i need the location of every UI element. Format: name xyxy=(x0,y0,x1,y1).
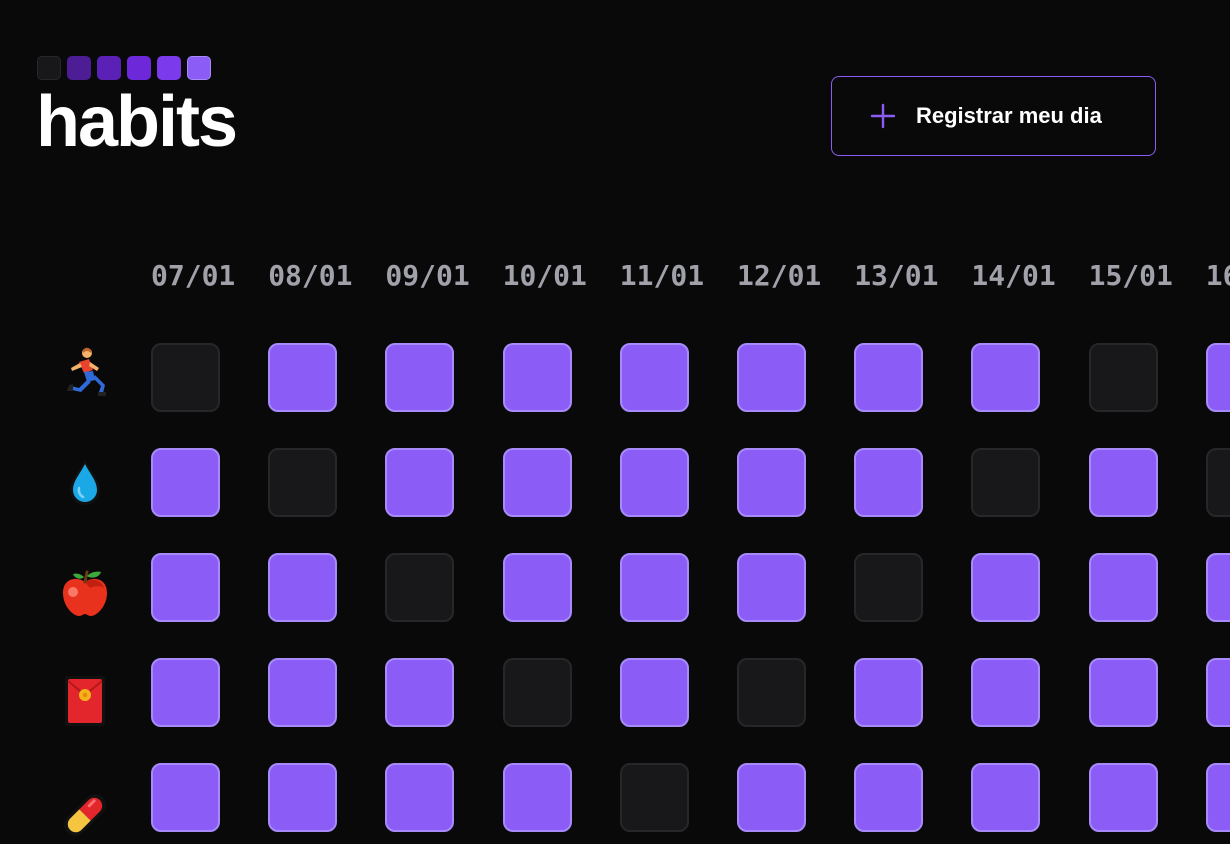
habit-day-cell-completed[interactable] xyxy=(619,448,689,517)
habit-day-cell-empty[interactable] xyxy=(385,553,455,622)
habit-day-cell-completed[interactable] xyxy=(854,343,924,412)
running-person-icon xyxy=(57,344,113,400)
register-day-button[interactable]: Registrar meu dia xyxy=(831,76,1156,156)
logo-square xyxy=(97,56,121,80)
water-drop-icon xyxy=(57,454,113,510)
habit-day-cell-completed[interactable] xyxy=(385,448,455,517)
habit-day-cell-completed[interactable] xyxy=(971,763,1041,832)
date-header: 09/01 xyxy=(385,259,470,292)
date-header: 08/01 xyxy=(268,259,353,292)
habit-day-cell-empty[interactable] xyxy=(971,448,1041,517)
habit-day-cell-completed[interactable] xyxy=(619,343,689,412)
pill-icon xyxy=(57,787,113,843)
red-envelope-icon xyxy=(57,673,113,729)
habit-day-cell-completed[interactable] xyxy=(385,658,455,727)
habit-day-cell-empty[interactable] xyxy=(737,658,806,727)
habit-day-cell-completed[interactable] xyxy=(151,658,220,727)
page-title: habits xyxy=(36,82,238,162)
habit-day-cell-empty[interactable] xyxy=(619,763,689,832)
habit-day-cell-completed[interactable] xyxy=(151,763,220,832)
date-header: 16/01 xyxy=(1205,259,1230,292)
habit-day-cell-completed[interactable] xyxy=(1088,553,1158,622)
habit-day-cell-completed[interactable] xyxy=(502,553,572,622)
habit-day-cell-completed[interactable] xyxy=(268,553,338,622)
habit-day-cell-completed[interactable] xyxy=(268,658,338,727)
habit-day-cell-empty[interactable] xyxy=(151,343,220,412)
habit-day-cell-completed[interactable] xyxy=(737,763,806,832)
habit-day-cell-completed[interactable] xyxy=(502,343,572,412)
habits-page: habits Registrar meu dia 07/01 08/01 09/01… xyxy=(0,0,1230,844)
logo-square xyxy=(67,56,91,80)
habit-day-cell-completed[interactable] xyxy=(502,448,572,517)
habit-day-cell-completed[interactable] xyxy=(151,448,220,517)
habit-day-cell-empty[interactable] xyxy=(854,553,924,622)
habit-day-cell-completed[interactable] xyxy=(1088,658,1158,727)
habit-day-cell-completed[interactable] xyxy=(385,343,455,412)
plus-icon xyxy=(870,103,896,129)
date-header: 12/01 xyxy=(737,259,822,292)
logo xyxy=(37,56,211,80)
habit-day-cell-empty[interactable] xyxy=(1088,343,1158,412)
habit-day-cell-empty[interactable] xyxy=(1205,448,1230,517)
habit-day-cell-completed[interactable] xyxy=(151,553,220,622)
habit-day-cell-completed[interactable] xyxy=(737,553,806,622)
logo-square xyxy=(127,56,151,80)
date-header: 15/01 xyxy=(1088,259,1173,292)
habit-day-cell-completed[interactable] xyxy=(1205,343,1230,412)
habit-day-cell-completed[interactable] xyxy=(854,763,924,832)
habit-day-cell-completed[interactable] xyxy=(737,343,806,412)
date-header: 14/01 xyxy=(971,259,1056,292)
apple-icon xyxy=(57,566,113,622)
habit-day-cell-completed[interactable] xyxy=(1088,448,1158,517)
habit-day-cell-completed[interactable] xyxy=(854,448,924,517)
habit-day-cell-completed[interactable] xyxy=(619,658,689,727)
habit-day-cell-completed[interactable] xyxy=(1205,763,1230,832)
logo-square xyxy=(187,56,211,80)
habit-day-cell-completed[interactable] xyxy=(1088,763,1158,832)
habit-day-cell-completed[interactable] xyxy=(1205,658,1230,727)
date-header: 10/01 xyxy=(502,259,587,292)
date-header: 13/01 xyxy=(854,259,939,292)
date-header: 07/01 xyxy=(151,259,236,292)
habit-day-cell-completed[interactable] xyxy=(268,343,338,412)
logo-square xyxy=(157,56,181,80)
habit-day-cell-completed[interactable] xyxy=(1205,553,1230,622)
date-header: 11/01 xyxy=(619,259,705,292)
habit-day-cell-completed[interactable] xyxy=(619,553,689,622)
habit-day-cell-completed[interactable] xyxy=(502,763,572,832)
register-day-label: Registrar meu dia xyxy=(916,103,1102,128)
habit-day-cell-completed[interactable] xyxy=(971,553,1041,622)
habit-day-cell-completed[interactable] xyxy=(971,343,1041,412)
habit-day-cell-empty[interactable] xyxy=(268,448,338,517)
habit-day-cell-completed[interactable] xyxy=(385,763,455,832)
habit-day-cell-completed[interactable] xyxy=(737,448,806,517)
logo-square xyxy=(37,56,61,80)
habit-day-cell-completed[interactable] xyxy=(971,658,1041,727)
habit-day-cell-completed[interactable] xyxy=(854,658,924,727)
habit-day-cell-empty[interactable] xyxy=(502,658,572,727)
habit-day-cell-completed[interactable] xyxy=(268,763,338,832)
